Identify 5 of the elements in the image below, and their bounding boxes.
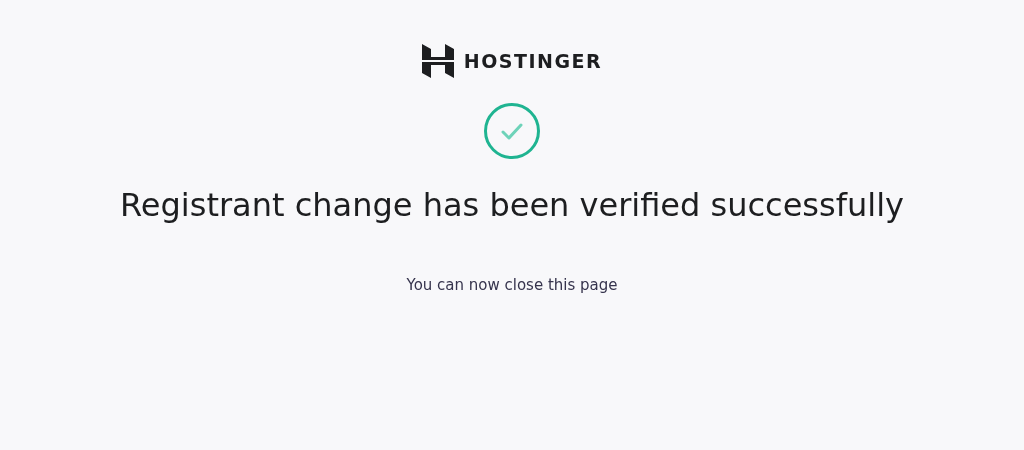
logo-text: HOSTINGER [463,50,603,72]
check-circle-icon [483,102,541,160]
logo-icon [421,44,454,78]
message-text: You can now close this page [406,276,618,294]
page-heading: Registrant change has been verified successfully [120,186,904,224]
